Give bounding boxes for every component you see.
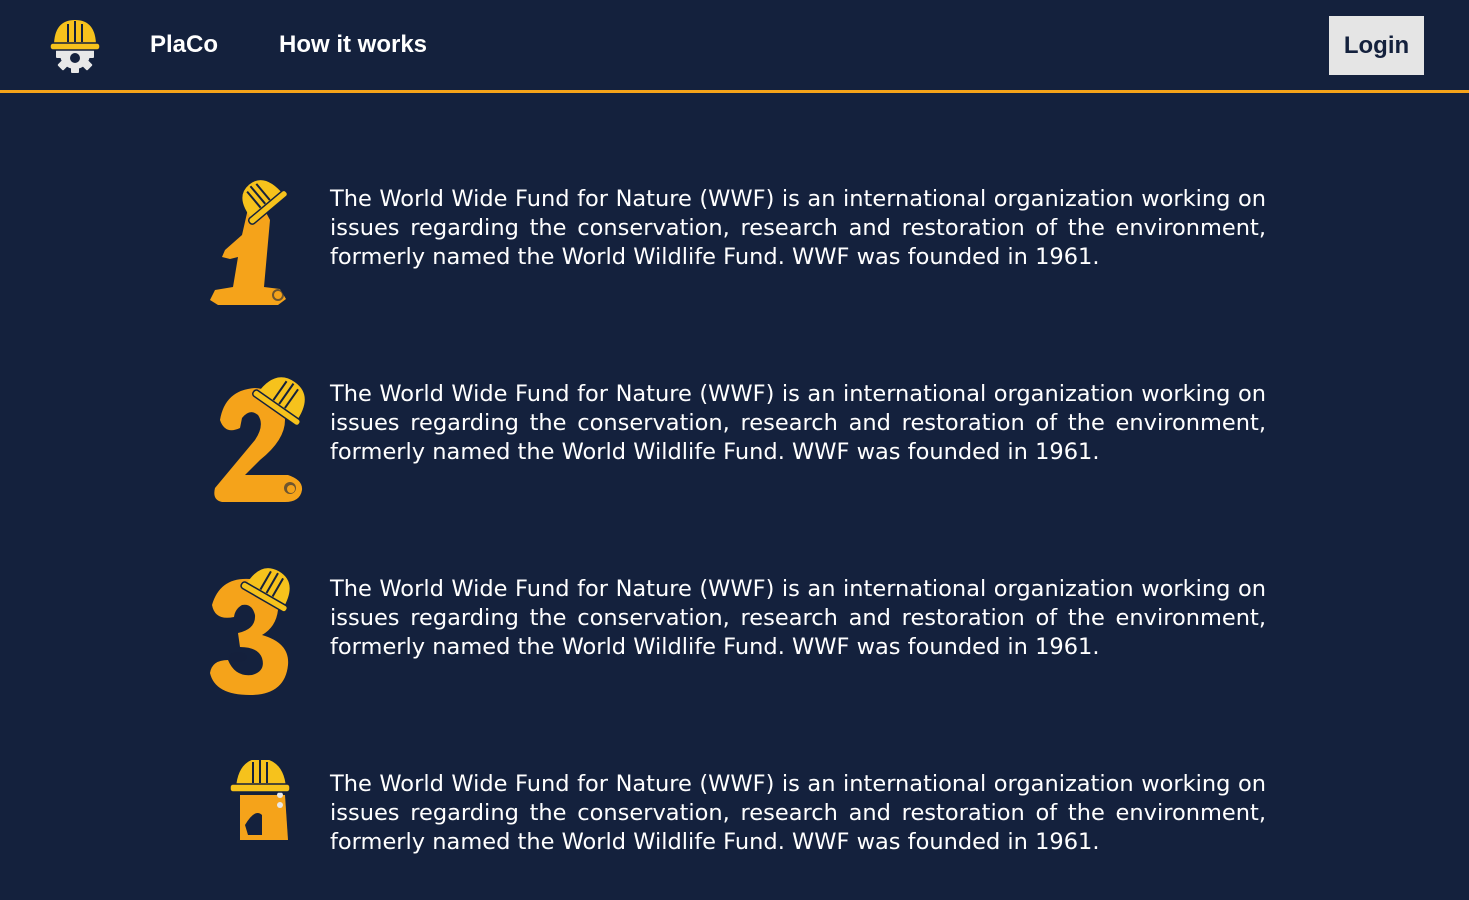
login-button[interactable]: Login [1329, 16, 1424, 75]
nav-how-it-works-link[interactable]: How it works [279, 30, 427, 60]
step-description: The World Wide Fund for Nature (WWF) is … [330, 771, 1266, 855]
header-bar: PlaCo How it works Login [0, 0, 1469, 93]
step-description: The World Wide Fund for Nature (WWF) is … [330, 186, 1266, 270]
hard-hat-number-three-icon [210, 568, 290, 695]
step-description: The World Wide Fund for Nature (WWF) is … [330, 576, 1266, 660]
nav-brand-link[interactable]: PlaCo [150, 30, 218, 60]
hard-hat-number-four-icon [229, 760, 291, 840]
hard-hat-gear-logo-icon[interactable] [46, 16, 104, 74]
step-item-2: The World Wide Fund for Nature (WWF) is … [200, 370, 1280, 510]
hard-hat-number-two-icon [214, 377, 305, 502]
step-description: The World Wide Fund for Nature (WWF) is … [330, 381, 1266, 465]
step-item-4: The World Wide Fund for Nature (WWF) is … [200, 760, 1280, 900]
step-item-3: The World Wide Fund for Nature (WWF) is … [200, 565, 1280, 705]
hard-hat-number-one-icon [210, 180, 289, 305]
step-item-1: The World Wide Fund for Nature (WWF) is … [200, 175, 1280, 315]
